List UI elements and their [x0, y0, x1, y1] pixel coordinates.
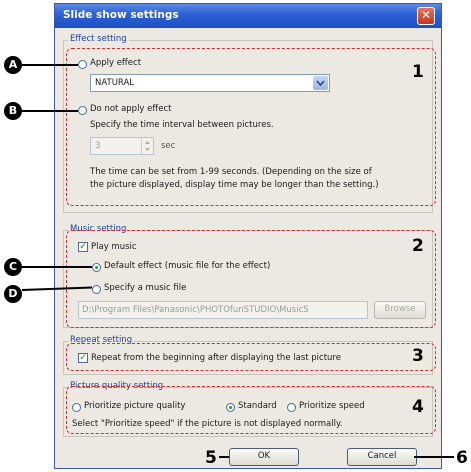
region-number-4: 4	[412, 397, 424, 417]
callout-c: C	[4, 258, 22, 276]
callout-d: D	[4, 285, 22, 303]
cancel-pointer-line	[414, 456, 454, 458]
region-number-6: 6	[456, 448, 468, 468]
ok-pointer-line	[219, 456, 229, 458]
callout-b-line	[22, 110, 78, 112]
callout-b: B	[4, 102, 22, 120]
close-button[interactable]: ✕	[417, 7, 435, 25]
region-number-5: 5	[205, 448, 217, 468]
region-number-3: 3	[412, 346, 424, 366]
callout-a: A	[4, 56, 22, 74]
cancel-button[interactable]: Cancel	[347, 448, 417, 466]
region-number-2: 2	[412, 236, 424, 256]
title-bar[interactable]: Slide show settings ✕	[55, 4, 441, 28]
callout-c-line	[22, 266, 92, 268]
annotation-region-2	[66, 230, 436, 328]
callout-a-line	[22, 64, 78, 66]
window-title: Slide show settings	[63, 9, 179, 21]
region-number-1: 1	[412, 62, 424, 82]
effect-setting-legend: Effect setting	[68, 34, 129, 44]
annotation-region-1	[66, 48, 436, 206]
annotation-region-3	[66, 343, 436, 371]
ok-button[interactable]: OK	[229, 448, 299, 466]
annotation-region-4	[66, 386, 436, 434]
